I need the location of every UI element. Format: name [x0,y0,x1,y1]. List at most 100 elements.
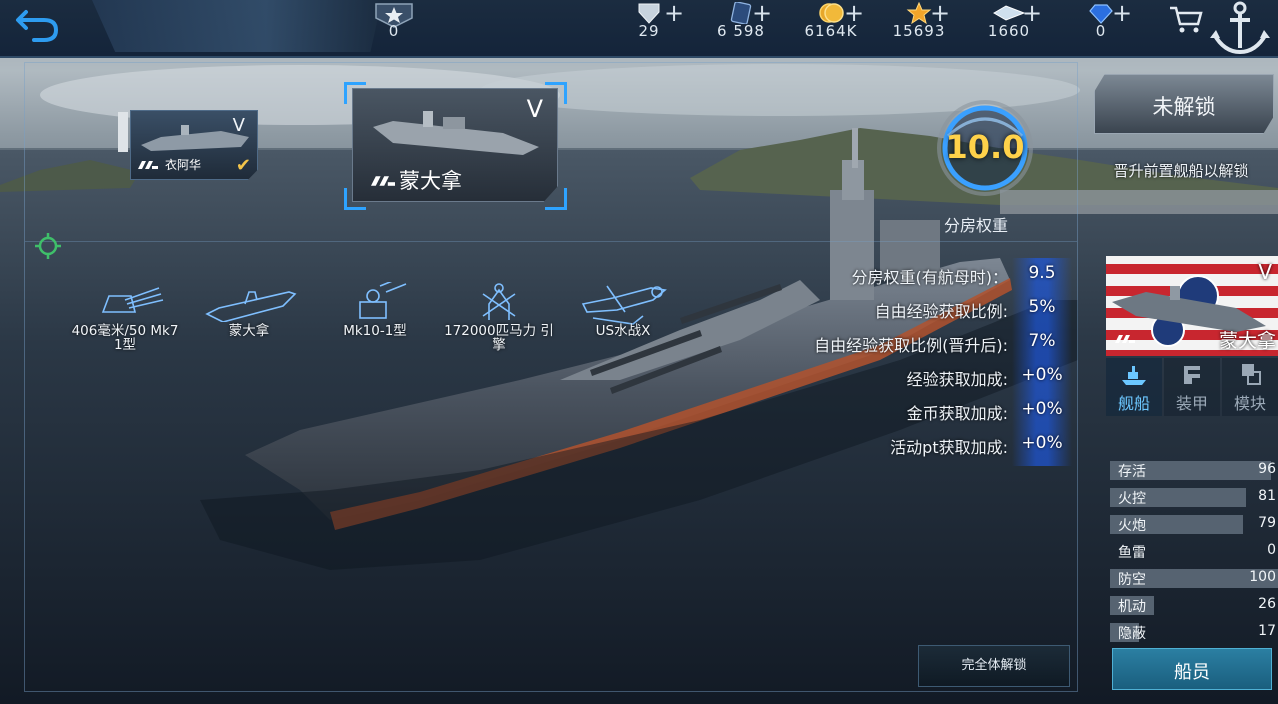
attribute-label: 存活 [1118,464,1146,480]
ship-tier: V [1258,260,1272,284]
stat-label: 活动pt获取加成: [890,438,1008,457]
stat-value: +0% [1021,399,1063,419]
crew-button[interactable]: 船员 [1112,648,1272,690]
selection-corner [344,188,366,210]
crystal-add-button[interactable]: + [1022,1,1042,25]
stat-row: 经验获取加成: +0% [760,360,1070,394]
ship-card-iowa[interactable]: V 衣阿华 ✔ [130,110,258,180]
resource-diamond: + 29 [604,0,694,58]
stat-row: 自由经验获取比例(晋升后): 7% [760,326,1070,360]
resource-crystal: + 1660 [964,0,1054,58]
equipment-label: Mk10-1型 [343,323,407,339]
resource-gold: + 6164K [786,0,876,58]
diamond-value: 29 [638,22,660,40]
attribute-label: 隐蔽 [1118,626,1146,642]
diamond-icon [638,3,660,24]
gold-value: 6164K [804,22,858,40]
star-icon [906,2,932,24]
tab-label: 模块 [1233,394,1266,413]
stat-label: 分房权重(有航母时)： [851,268,1009,287]
unlock-hint: 晋升前置舰船以解锁 [1113,162,1249,180]
attribute-label: 防空 [1118,572,1146,588]
stat-label: 自由经验获取比例(晋升后): [814,336,1008,355]
equipment-main-guns[interactable]: 406毫米/50 Mk7 1型 [70,282,180,362]
top-resource-bar: 0 + 29 + 6 598 + 6164K + 15693 + 1660 + … [0,0,1278,58]
room-weight-value: 10.0 [945,128,1025,166]
tab-label: 装甲 [1175,394,1208,413]
blueprint-value: 6 598 [717,22,765,40]
engine-icon [482,283,516,320]
stat-row: 自由经验获取比例: 5% [760,292,1070,326]
attribute-label: 鱼雷 [1118,545,1146,561]
locked-label: 未解锁 [1152,95,1216,119]
full-unlock-button[interactable]: 完全体解锁 [918,645,1070,687]
view-target-button[interactable] [34,232,62,260]
blue-gem-value: 0 [1095,22,1107,40]
ship-name: 蒙大拿 [399,169,462,193]
attribute-value: 96 [1258,461,1276,477]
ship-stat-list: 分房权重(有航母时)： 9.5 自由经验获取比例: 5% 自由经验获取比例(晋升… [760,258,1070,462]
star-value: 15693 [892,22,946,40]
crosshair-icon [35,233,61,259]
ship-name: 衣阿华 [165,158,202,172]
back-button[interactable] [12,4,62,44]
equipment-hull[interactable]: 蒙大拿 [194,282,304,362]
resource-blueprint: + 6 598 [696,0,786,58]
stat-label: 自由经验获取比例: [874,302,1008,321]
attribute-label: 火炮 [1118,518,1146,534]
top-bar-decoration [92,0,382,52]
stat-label: 金币获取加成: [906,404,1008,423]
shop-cart-button[interactable] [1168,4,1204,34]
star-add-button[interactable]: + [930,1,950,25]
equipment-label: 蒙大拿 [228,323,270,339]
blueprint-card-icon [730,2,752,24]
attribute-row: 机动 26 [1110,593,1278,620]
attribute-list: 存活 96 火控 81 火炮 79 鱼雷 0 防空 100 机动 26 隐蔽 1… [1110,458,1278,647]
stat-value: 7% [1028,331,1056,351]
info-tabs: 舰船 装甲 模块 [1106,358,1278,416]
room-weight-label: 分房权重 [944,216,1009,235]
attribute-label: 机动 [1118,599,1146,615]
equipment-engine[interactable]: 172000匹马力 引擎 [444,282,554,362]
right-info-panel: 未解锁 晋升前置舰船以解锁 V 蒙大拿 舰船 装甲 模块 存活 96 火控 81… [1080,60,1278,704]
tab-armor[interactable]: 装甲 [1164,358,1220,416]
rank-value: 0 [388,22,400,40]
equipment-seaplane[interactable]: US水战X [568,282,678,362]
rank-badge[interactable]: 0 [349,0,439,58]
blueprint-add-button[interactable]: + [752,1,772,25]
armor-icon [1184,366,1200,384]
resource-star: + 15693 [874,0,964,58]
stat-row: 活动pt获取加成: +0% [760,428,1070,462]
gold-add-button[interactable]: + [844,1,864,25]
blue-gem-add-button[interactable]: + [1112,1,1132,25]
port-anchor-button[interactable] [1208,0,1272,58]
ship-card-montana-selected[interactable]: V 蒙大拿 [352,88,558,202]
ship-tier: V [526,95,543,123]
attribute-value: 0 [1267,542,1276,558]
locked-upgrade-button[interactable]: 未解锁 [1094,74,1274,134]
stat-label: 经验获取加成: [906,370,1008,389]
attribute-value: 79 [1258,515,1276,531]
tab-module[interactable]: 模块 [1222,358,1278,416]
resource-blue-gem: + 0 [1056,0,1146,58]
stat-value: 9.5 [1028,263,1056,283]
tab-ship[interactable]: 舰船 [1106,358,1162,416]
owned-check-icon: ✔ [235,155,251,176]
ship-tier: V [232,115,245,136]
attribute-value: 26 [1258,596,1276,612]
anchor-icon [1210,1,1270,55]
crystal-value: 1660 [987,22,1031,40]
blue-gem-icon [1089,4,1113,24]
hull-icon [205,291,297,322]
module-icon [1242,364,1261,385]
equipment-fire-control[interactable]: Mk10-1型 [320,282,430,362]
attribute-row: 火炮 79 [1110,512,1278,539]
diamond-add-button[interactable]: + [664,1,684,25]
attribute-row: 火控 81 [1110,485,1278,512]
stat-value: +0% [1021,433,1063,453]
attribute-row: 隐蔽 17 [1110,620,1278,647]
battleship-class-icon [1115,335,1135,343]
attribute-value: 100 [1249,569,1276,585]
back-arrow-icon [16,10,59,42]
ship-icon [1122,366,1146,385]
